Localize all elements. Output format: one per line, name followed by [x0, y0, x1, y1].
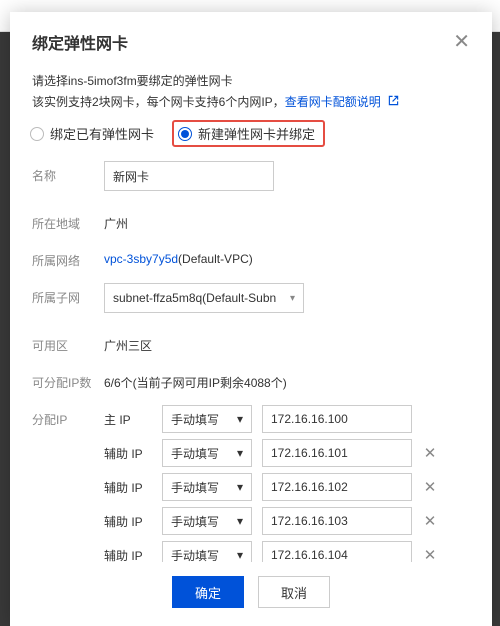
- subnet-select-value: subnet-ffza5m8q(Default-Subn: [113, 291, 276, 305]
- modal-header: 绑定弹性网卡 ✕: [10, 12, 492, 64]
- external-link-icon: [388, 95, 399, 109]
- ip-mode-select[interactable]: 手动填写 ▾: [162, 507, 252, 535]
- chevron-down-icon: ▾: [237, 514, 243, 528]
- modal-title: 绑定弹性网卡: [32, 30, 128, 54]
- subnet-select[interactable]: subnet-ffza5m8q(Default-Subn ▾: [104, 283, 304, 313]
- cancel-button[interactable]: 取消: [258, 576, 330, 608]
- chevron-down-icon: ▾: [237, 446, 243, 460]
- ip-mode-value: 手动填写: [171, 479, 219, 496]
- ip-mode-value: 手动填写: [171, 513, 219, 530]
- ip-row-label: 辅助 IP: [104, 547, 152, 563]
- delete-ip-icon[interactable]: ✕: [422, 478, 438, 496]
- radio-icon: [30, 127, 44, 141]
- delete-ip-icon[interactable]: ✕: [422, 444, 438, 462]
- ip-mode-select[interactable]: 手动填写 ▾: [162, 439, 252, 467]
- label-name: 名称: [32, 161, 104, 184]
- ip-row-label: 主 IP: [104, 411, 152, 428]
- row-quota: 可分配IP数 6/6个(当前子网可用IP剩余4088个): [32, 368, 470, 391]
- label-zone: 可用区: [32, 331, 104, 354]
- row-region: 所在地域 广州: [32, 209, 470, 232]
- ip-mode-value: 手动填写: [171, 445, 219, 462]
- delete-ip-icon[interactable]: ✕: [422, 512, 438, 530]
- vpc-link[interactable]: vpc-3sby7y5d: [104, 252, 178, 266]
- label-assign-ip: 分配IP: [32, 405, 104, 428]
- row-assign-ip: 分配IP 主 IP手动填写▾✕辅助 IP手动填写▾✕辅助 IP手动填写▾✕辅助 …: [32, 405, 470, 562]
- radio-bind-existing[interactable]: 绑定已有弹性网卡: [30, 124, 154, 143]
- ip-value-input[interactable]: [262, 439, 412, 467]
- ip-row: 辅助 IP 手动填写 ▾ ✕: [104, 541, 470, 562]
- value-quota: 6/6个(当前子网可用IP剩余4088个): [104, 368, 470, 391]
- close-icon[interactable]: ✕: [453, 32, 470, 52]
- value-region: 广州: [104, 209, 470, 232]
- radio-label: 新建弹性网卡并绑定: [198, 124, 315, 143]
- intro-line-1: 请选择ins-5imof3fm要绑定的弹性网卡: [32, 72, 470, 89]
- intro-line-2: 该实例支持2块网卡，每个网卡支持6个内网IP，查看网卡配额说明: [32, 93, 470, 110]
- modal-body: 请选择ins-5imof3fm要绑定的弹性网卡 该实例支持2块网卡，每个网卡支持…: [10, 64, 492, 562]
- ip-value-input[interactable]: [262, 507, 412, 535]
- bind-mode-radio-group: 绑定已有弹性网卡 新建弹性网卡并绑定: [30, 120, 470, 147]
- label-subnet: 所属子网: [32, 283, 104, 306]
- ip-row: 辅助 IP 手动填写 ▾ ✕: [104, 439, 470, 467]
- confirm-button[interactable]: 确定: [172, 576, 244, 608]
- chevron-down-icon: ▾: [237, 480, 243, 494]
- ip-mode-value: 手动填写: [171, 547, 219, 563]
- ip-table: 主 IP 手动填写 ▾ ✕ 辅助 IP 手动填写 ▾ ✕ 辅助 IP 手动填写 ▾ ✕ 辅助 IP 手动填…: [104, 405, 470, 562]
- ip-row: 辅助 IP 手动填写 ▾ ✕: [104, 473, 470, 501]
- row-subnet: 所属子网 subnet-ffza5m8q(Default-Subn ▾: [32, 283, 470, 313]
- chevron-down-icon: ▾: [237, 412, 243, 426]
- chevron-down-icon: ▾: [237, 548, 243, 562]
- name-input[interactable]: [104, 161, 274, 191]
- ip-value-input[interactable]: [262, 541, 412, 562]
- chevron-down-icon: ▾: [290, 293, 295, 304]
- ip-row: 主 IP手动填写▾✕: [104, 405, 470, 433]
- ip-mode-select[interactable]: 手动填写 ▾: [162, 541, 252, 562]
- radio-label: 绑定已有弹性网卡: [50, 124, 154, 143]
- ip-mode-select[interactable]: 手动填写 ▾: [162, 473, 252, 501]
- ip-row: 辅助 IP 手动填写 ▾ ✕: [104, 507, 470, 535]
- vpc-name: (Default-VPC): [178, 252, 253, 266]
- row-network: 所属网络 vpc-3sby7y5d(Default-VPC): [32, 246, 470, 269]
- quota-doc-link[interactable]: 查看网卡配额说明: [285, 95, 381, 109]
- ip-mode-select[interactable]: 手动填写 ▾: [162, 405, 252, 433]
- label-network: 所属网络: [32, 246, 104, 269]
- radio-create-new[interactable]: 新建弹性网卡并绑定: [172, 120, 325, 147]
- intro-prefix: 该实例支持2块网卡，每个网卡支持6个内网IP，: [32, 95, 285, 109]
- ip-row-label: 辅助 IP: [104, 513, 152, 530]
- bind-eni-modal: 绑定弹性网卡 ✕ 请选择ins-5imof3fm要绑定的弹性网卡 该实例支持2块…: [10, 12, 492, 626]
- label-quota: 可分配IP数: [32, 368, 104, 391]
- ip-row-label: 辅助 IP: [104, 479, 152, 496]
- value-zone: 广州三区: [104, 331, 470, 354]
- ip-mode-value: 手动填写: [171, 411, 219, 428]
- ip-value-input[interactable]: [262, 473, 412, 501]
- delete-ip-icon[interactable]: ✕: [422, 546, 438, 562]
- value-network: vpc-3sby7y5d(Default-VPC): [104, 246, 470, 266]
- row-zone: 可用区 广州三区: [32, 331, 470, 354]
- row-name: 名称: [32, 161, 470, 191]
- radio-icon: [178, 127, 192, 141]
- label-region: 所在地域: [32, 209, 104, 232]
- modal-footer: 确定 取消: [10, 562, 492, 626]
- ip-row-label: 辅助 IP: [104, 445, 152, 462]
- ip-value-input[interactable]: [262, 405, 412, 433]
